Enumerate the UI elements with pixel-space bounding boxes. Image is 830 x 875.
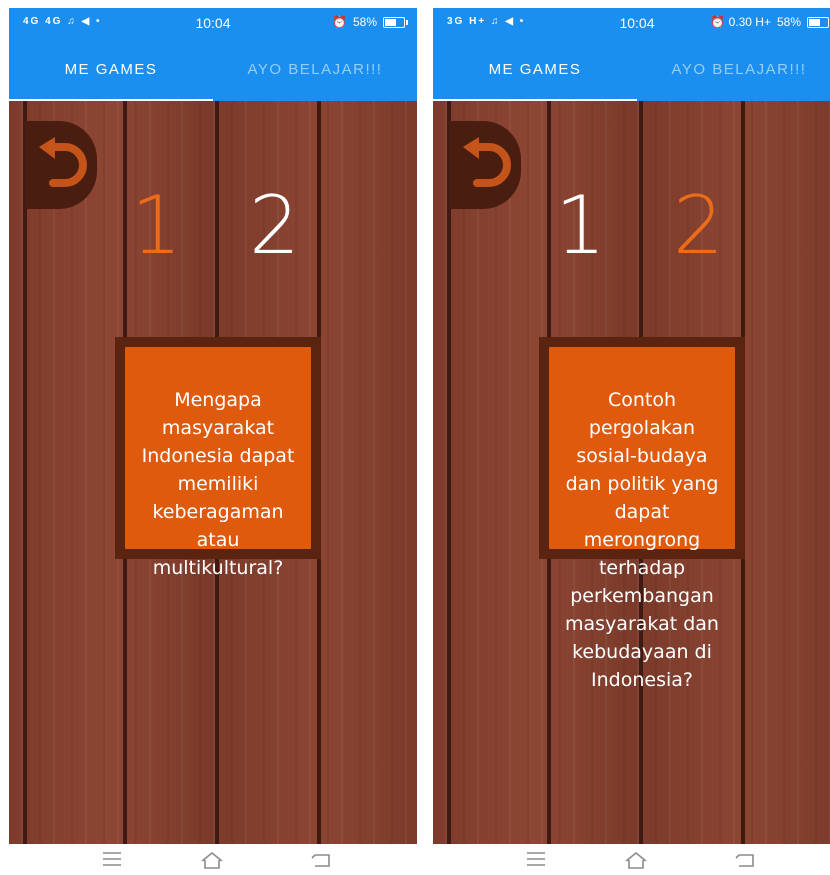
question-number-1[interactable]: 1 bbox=[131, 179, 182, 272]
undo-arrow-icon bbox=[39, 137, 87, 187]
tab-me-games[interactable]: ME GAMES bbox=[433, 38, 637, 101]
tab-me-games[interactable]: ME GAMES bbox=[9, 38, 213, 101]
question-number-2[interactable]: 2 bbox=[673, 179, 724, 272]
tab-bar: ME GAMES AYO BELAJAR!!! bbox=[433, 38, 830, 101]
battery-percent: 58% bbox=[776, 15, 801, 29]
game-board: 1 2 Mengapa masyarakat Indonesia dapat m… bbox=[9, 101, 417, 844]
phone-screen-left: 4G 4G ♫ ◀ • 10:04 ⏰ 58% ME GAMES AYO BEL… bbox=[9, 8, 417, 844]
status-bar: 3G H+ ♫ ◀ • 10:04 ⏰ 0.30 H+ 58% bbox=[433, 8, 830, 38]
tab-ayo-belajar[interactable]: AYO BELAJAR!!! bbox=[637, 38, 830, 101]
back-icon[interactable] bbox=[309, 850, 333, 870]
tab-bar: ME GAMES AYO BELAJAR!!! bbox=[9, 38, 417, 101]
back-button[interactable] bbox=[449, 121, 521, 209]
plank-seam bbox=[447, 101, 451, 844]
menu-lines-icon[interactable] bbox=[101, 850, 123, 868]
battery-icon bbox=[807, 16, 829, 28]
back-button[interactable] bbox=[25, 121, 97, 209]
question-number-2[interactable]: 2 bbox=[249, 179, 300, 272]
phone-screen-right: 3G H+ ♫ ◀ • 10:04 ⏰ 0.30 H+ 58% ME GAMES… bbox=[433, 8, 830, 844]
tab-ayo-belajar[interactable]: AYO BELAJAR!!! bbox=[213, 38, 417, 101]
undo-arrow-icon bbox=[463, 137, 511, 187]
alarm-icon: ⏰ 0.30 H+ bbox=[710, 15, 771, 29]
menu-lines-icon[interactable] bbox=[525, 850, 547, 868]
question-text: Contoh pergolakan sosial-budaya dan poli… bbox=[565, 389, 719, 691]
question-number-1[interactable]: 1 bbox=[555, 179, 606, 272]
home-icon[interactable] bbox=[623, 850, 649, 870]
back-icon[interactable] bbox=[733, 850, 757, 870]
status-bar: 4G 4G ♫ ◀ • 10:04 ⏰ 58% bbox=[9, 8, 417, 38]
alarm-icon: ⏰ bbox=[332, 15, 347, 29]
system-nav-bar bbox=[433, 846, 830, 875]
game-board: 1 2 Contoh pergolakan sosial-budaya dan … bbox=[433, 101, 830, 844]
battery-percent: 58% bbox=[352, 15, 377, 29]
question-text: Mengapa masyarakat Indonesia dapat memil… bbox=[141, 389, 295, 579]
plank-seam bbox=[23, 101, 27, 844]
home-icon[interactable] bbox=[199, 850, 225, 870]
battery-icon bbox=[383, 16, 408, 28]
system-nav-bar bbox=[9, 846, 417, 875]
